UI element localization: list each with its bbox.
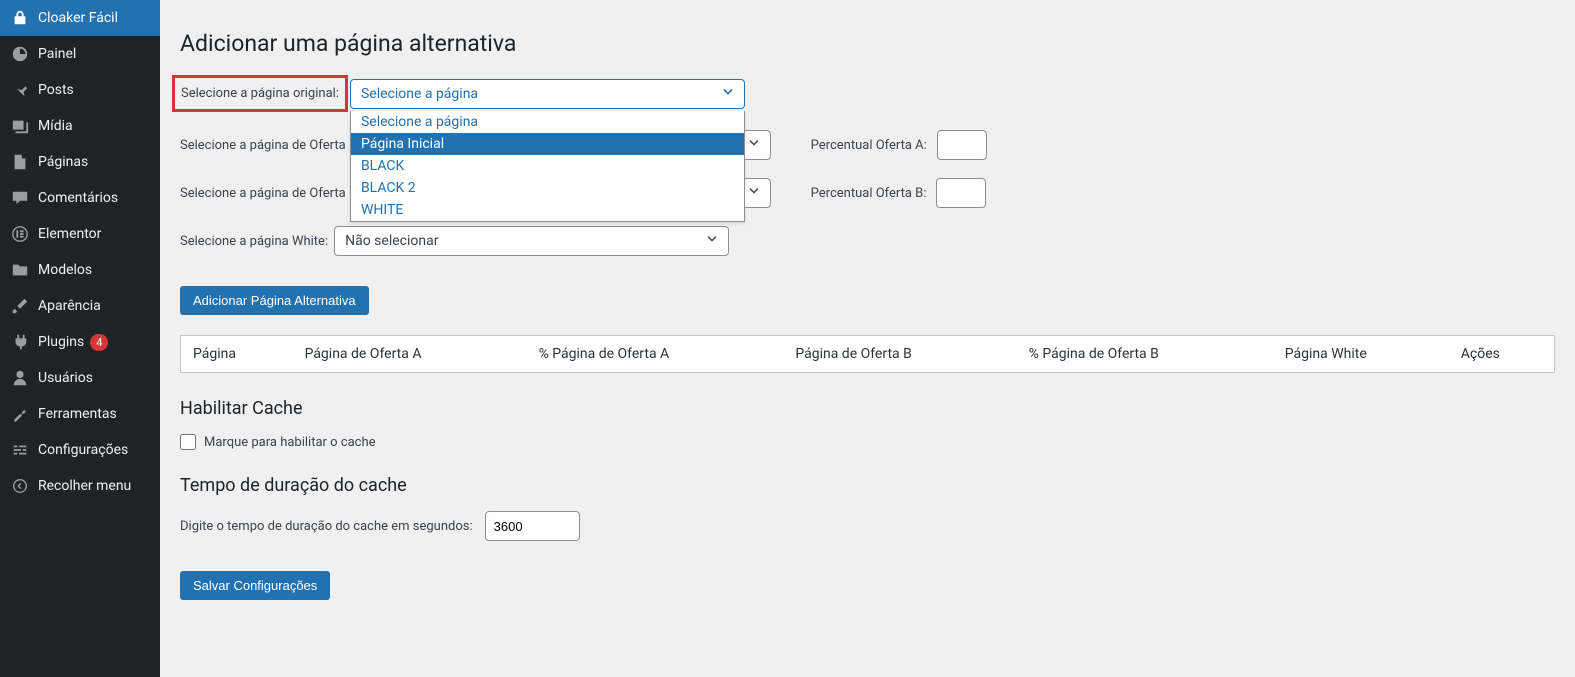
plugins-badge: 4 [90, 334, 108, 351]
sidebar-label: Comentários [38, 190, 118, 206]
sidebar-label: Recolher menu [38, 478, 131, 494]
elementor-icon [10, 224, 30, 244]
dropdown-option[interactable]: BLACK 2 [351, 177, 744, 199]
sidebar-item-elementor[interactable]: Elementor [0, 216, 160, 252]
heading-cache: Habilitar Cache [180, 398, 1555, 419]
cache-seconds-row: Digite o tempo de duração do cache em se… [180, 511, 1555, 541]
collapse-icon [10, 476, 30, 496]
alternatives-table: Página Página de Oferta A % Página de Of… [180, 335, 1555, 373]
table-header: Página de Oferta A [293, 336, 527, 373]
dropdown-option[interactable]: Selecione a página [351, 111, 744, 133]
table-header: % Página de Oferta A [527, 336, 784, 373]
label-cache-seconds: Digite o tempo de duração do cache em se… [180, 519, 473, 534]
input-cache-seconds[interactable] [485, 511, 580, 541]
label-percent-b: Percentual Oferta B: [811, 186, 927, 201]
sidebar-item-usuarios[interactable]: Usuários [0, 360, 160, 396]
sidebar-item-painel[interactable]: Painel [0, 36, 160, 72]
chevron-down-icon [746, 135, 762, 155]
sidebar-item-posts[interactable]: Posts [0, 72, 160, 108]
plug-icon [10, 332, 30, 352]
heading-add-alternative: Adicionar uma página alternativa [180, 30, 1555, 57]
sidebar-item-collapse[interactable]: Recolher menu [0, 468, 160, 504]
sidebar-item-aparencia[interactable]: Aparência [0, 288, 160, 324]
input-percent-a[interactable] [937, 130, 987, 160]
select-value: Selecione a página [361, 86, 478, 102]
dropdown-list: Selecione a página Página Inicial BLACK … [350, 111, 745, 222]
sidebar-item-configuracoes[interactable]: Configurações [0, 432, 160, 468]
cache-checkbox-row: Marque para habilitar o cache [180, 434, 1555, 450]
input-percent-b[interactable] [936, 178, 986, 208]
pin-icon [10, 80, 30, 100]
sidebar-label: Posts [38, 82, 74, 98]
sidebar-item-plugins[interactable]: Plugins 4 [0, 324, 160, 360]
sidebar-label: Painel [38, 46, 76, 62]
row-original-page: Selecione a página original: Selecione a… [180, 75, 1555, 112]
sidebar-label: Páginas [38, 154, 88, 170]
table-header: Ações [1449, 336, 1555, 373]
percent-b-group: Percentual Oferta B: [811, 178, 987, 208]
add-alternative-button[interactable]: Adicionar Página Alternativa [180, 286, 369, 315]
sidebar-label: Modelos [38, 262, 92, 278]
pages-icon [10, 152, 30, 172]
sidebar-label: Usuários [38, 370, 93, 386]
media-icon [10, 116, 30, 136]
sidebar-item-comentarios[interactable]: Comentários [0, 180, 160, 216]
save-button[interactable]: Salvar Configurações [180, 571, 330, 600]
sidebar-item-modelos[interactable]: Modelos [0, 252, 160, 288]
percent-a-group: Percentual Oferta A: [811, 130, 987, 160]
sidebar-item-midia[interactable]: Mídia [0, 108, 160, 144]
sliders-icon [10, 440, 30, 460]
dropdown-option[interactable]: WHITE [351, 199, 744, 221]
main-content: Adicionar uma página alternativa Selecio… [160, 0, 1575, 630]
sidebar-label: Configurações [38, 442, 128, 458]
admin-sidebar: Cloaker Fácil Painel Posts Mídia Páginas… [0, 0, 160, 677]
cache-checkbox[interactable] [180, 434, 196, 450]
chevron-down-icon [720, 84, 736, 104]
select-white[interactable]: Não selecionar [334, 226, 729, 256]
select-original-page[interactable]: Selecione a página Selecione a página Pá… [350, 79, 745, 109]
select-value: Não selecionar [345, 233, 438, 249]
lock-icon [10, 8, 30, 28]
sidebar-label: Aparência [38, 298, 101, 314]
wrench-icon [10, 404, 30, 424]
user-icon [10, 368, 30, 388]
sidebar-item-ferramentas[interactable]: Ferramentas [0, 396, 160, 432]
chevron-down-icon [704, 231, 720, 251]
label-oferta-b: Selecione a página de Oferta [180, 186, 346, 201]
select-display[interactable]: Selecione a página [350, 79, 745, 109]
brush-icon [10, 296, 30, 316]
table-header: Página [181, 336, 293, 373]
table-header: Página White [1273, 336, 1449, 373]
label-percent-a: Percentual Oferta A: [811, 138, 927, 153]
chevron-down-icon [746, 183, 762, 203]
dropdown-option[interactable]: BLACK [351, 155, 744, 177]
label-oferta-a: Selecione a página de Oferta [180, 138, 346, 153]
sidebar-label: Mídia [38, 118, 73, 134]
label-white: Selecione a página White: [180, 234, 328, 249]
sidebar-item-cloaker[interactable]: Cloaker Fácil [0, 0, 160, 36]
sidebar-label: Cloaker Fácil [38, 10, 118, 26]
sidebar-label: Elementor [38, 226, 101, 242]
table-header: % Página de Oferta B [1017, 336, 1273, 373]
folder-icon [10, 260, 30, 280]
table-header: Página de Oferta B [783, 336, 1016, 373]
dashboard-icon [10, 44, 30, 64]
heading-cache-time: Tempo de duração do cache [180, 475, 1555, 496]
sidebar-label: Ferramentas [38, 406, 117, 422]
row-white: Selecione a página White: Não selecionar [180, 226, 1555, 256]
comments-icon [10, 188, 30, 208]
label-original-page: Selecione a página original: [172, 75, 348, 112]
dropdown-option[interactable]: Página Inicial [351, 133, 744, 155]
cache-checkbox-label: Marque para habilitar o cache [204, 435, 376, 450]
sidebar-item-paginas[interactable]: Páginas [0, 144, 160, 180]
sidebar-label: Plugins [38, 334, 84, 350]
